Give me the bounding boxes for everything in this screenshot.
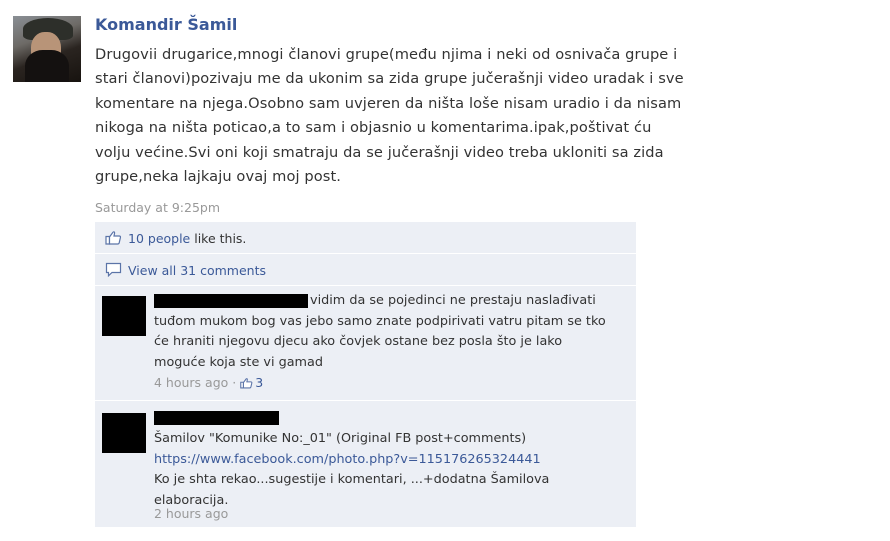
comment-text: Šamilov "Komunike No:_01" (Original FB p… [154, 429, 616, 511]
comment-icon [105, 262, 122, 277]
comment-like-count[interactable]: 3 [240, 375, 263, 390]
view-all-comments-row[interactable]: View all 31 comments [95, 254, 636, 285]
comment: Šamilov "Komunike No:_01" (Original FB p… [95, 401, 636, 527]
likes-summary: 10 people like this. [128, 231, 246, 246]
thumbs-up-icon [240, 378, 253, 389]
thumbs-up-icon [105, 231, 122, 245]
redacted-commenter-name [154, 411, 279, 425]
likes-row: 10 people like this. [95, 222, 636, 253]
commenter-avatar[interactable] [102, 413, 146, 453]
feedback-section: 10 people like this. View all 31 comment… [95, 222, 636, 527]
post-timestamp[interactable]: Saturday at 9:25pm [95, 200, 220, 215]
comment-meta: 4 hours ago · 3 [154, 375, 264, 390]
commenter-avatar[interactable] [102, 296, 146, 336]
post-message: Drugovii drugarice,mnogi članovi grupe(m… [95, 46, 684, 186]
likes-people-link[interactable]: 10 people [128, 231, 190, 246]
comment-time[interactable]: 4 hours ago [154, 375, 228, 390]
comment-line: Šamilov "Komunike No:_01" (Original FB p… [154, 431, 527, 446]
post-author-avatar[interactable] [13, 16, 81, 82]
likes-suffix: like this. [190, 231, 247, 246]
comment-meta: 2 hours ago [154, 506, 228, 521]
comment-line: Ko je shta rekao...sugestije i komentari… [154, 472, 550, 508]
comment: vidim da se pojedinci ne prestaju naslađ… [95, 286, 636, 400]
comment-text: vidim da se pojedinci ne prestaju naslađ… [154, 293, 606, 370]
post-author-name[interactable]: Komandir Šamil [95, 15, 237, 34]
comment-url-link[interactable]: https://www.facebook.com/photo.php?v=115… [154, 450, 616, 471]
comment-time[interactable]: 2 hours ago [154, 506, 228, 521]
view-all-comments-link[interactable]: View all 31 comments [128, 263, 266, 278]
